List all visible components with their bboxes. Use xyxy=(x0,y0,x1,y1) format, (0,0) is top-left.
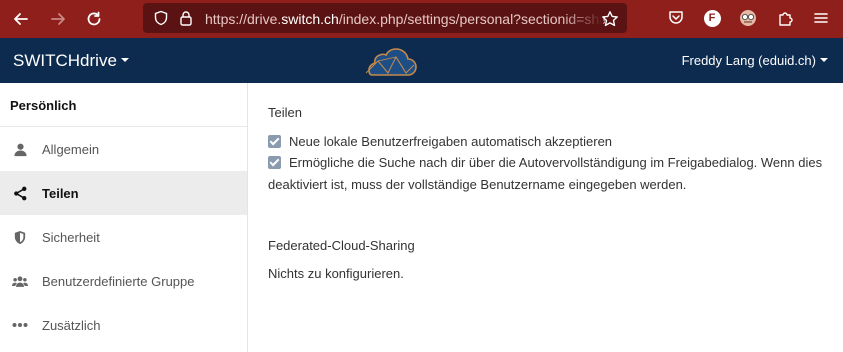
sidebar-item-teilen[interactable]: Teilen xyxy=(0,171,247,215)
extensions-puzzle-icon[interactable] xyxy=(776,8,796,28)
autocomplete-label[interactable]: Ermögliche die Suche nach dir über die A… xyxy=(268,155,822,192)
url-text[interactable]: https://drive.switch.ch/index.php/settin… xyxy=(205,10,605,28)
autocomplete-checkbox[interactable] xyxy=(268,156,281,169)
chevron-down-icon xyxy=(820,57,828,62)
hamburger-menu-icon[interactable] xyxy=(811,8,831,28)
url-host: switch.ch xyxy=(281,11,339,27)
profile-letter: F xyxy=(703,9,721,27)
reload-icon xyxy=(87,11,101,26)
sidebar-item-label: Teilen xyxy=(42,185,79,201)
app-header: SWITCHdrive Freddy Lang (eduid.ch) xyxy=(0,38,843,83)
share-icon xyxy=(12,185,28,201)
option-autocomplete-search: Ermögliche die Suche nach dir über die A… xyxy=(268,152,833,196)
url-fade xyxy=(561,7,603,29)
reload-button[interactable] xyxy=(81,6,107,32)
federated-section-title: Federated-Cloud-Sharing xyxy=(268,238,415,253)
sidebar-item-label: Sicherheit xyxy=(42,229,100,245)
back-button[interactable] xyxy=(8,6,34,32)
more-icon xyxy=(12,317,28,333)
cloud-logo-icon[interactable] xyxy=(360,43,418,79)
sidebar-item-sicherheit[interactable]: Sicherheit xyxy=(0,215,247,259)
pocket-icon[interactable] xyxy=(666,8,686,28)
arrow-right-icon xyxy=(51,13,65,25)
bookmark-star-icon[interactable] xyxy=(601,10,619,28)
lock-icon[interactable] xyxy=(178,10,194,26)
user-icon xyxy=(12,141,28,157)
user-name: Freddy Lang (eduid.ch) xyxy=(681,53,816,68)
auto-accept-label[interactable]: Neue lokale Benutzerfreigaben automatisc… xyxy=(289,134,612,149)
sidebar-item-label: Zusätzlich xyxy=(42,317,101,333)
federated-status-text: Nichts zu konfigurieren. xyxy=(268,266,404,281)
sidebar-item-benutzerdefinierte-gruppe[interactable]: Benutzerdefinierte Gruppe xyxy=(0,259,247,303)
sidebar-item-zusaetzlich[interactable]: Zusätzlich xyxy=(0,303,247,347)
profile-avatar-icon[interactable]: F xyxy=(702,8,722,28)
settings-sidebar: Persönlich Allgemein Teilen Sicherheit B… xyxy=(0,83,248,352)
address-bar[interactable]: https://drive.switch.ch/index.php/settin… xyxy=(143,3,627,33)
user-menu[interactable]: Freddy Lang (eduid.ch) xyxy=(682,53,828,69)
tracking-shield-icon[interactable] xyxy=(153,10,169,26)
brand-name: SWITCHdrive xyxy=(13,51,117,70)
sidebar-item-allgemein[interactable]: Allgemein xyxy=(0,127,247,171)
auto-accept-checkbox[interactable] xyxy=(268,135,281,148)
chevron-down-icon xyxy=(120,57,129,62)
browser-toolbar: https://drive.switch.ch/index.php/settin… xyxy=(0,0,843,38)
sidebar-item-label: Benutzerdefinierte Gruppe xyxy=(42,273,195,289)
sharing-section-title: Teilen xyxy=(268,105,302,120)
sidebar-title: Persönlich xyxy=(0,83,247,127)
url-prefix: https://drive. xyxy=(205,11,282,27)
users-icon xyxy=(12,273,28,289)
arrow-left-icon xyxy=(14,13,28,25)
sidebar-item-label: Allgemein xyxy=(42,141,100,157)
option-auto-accept: Neue lokale Benutzerfreigaben automatisc… xyxy=(268,131,833,153)
shield-icon xyxy=(12,229,28,245)
extension-glasses-icon[interactable] xyxy=(738,8,758,28)
app-menu-toggle[interactable]: SWITCHdrive xyxy=(13,51,129,71)
forward-button[interactable] xyxy=(45,6,71,32)
